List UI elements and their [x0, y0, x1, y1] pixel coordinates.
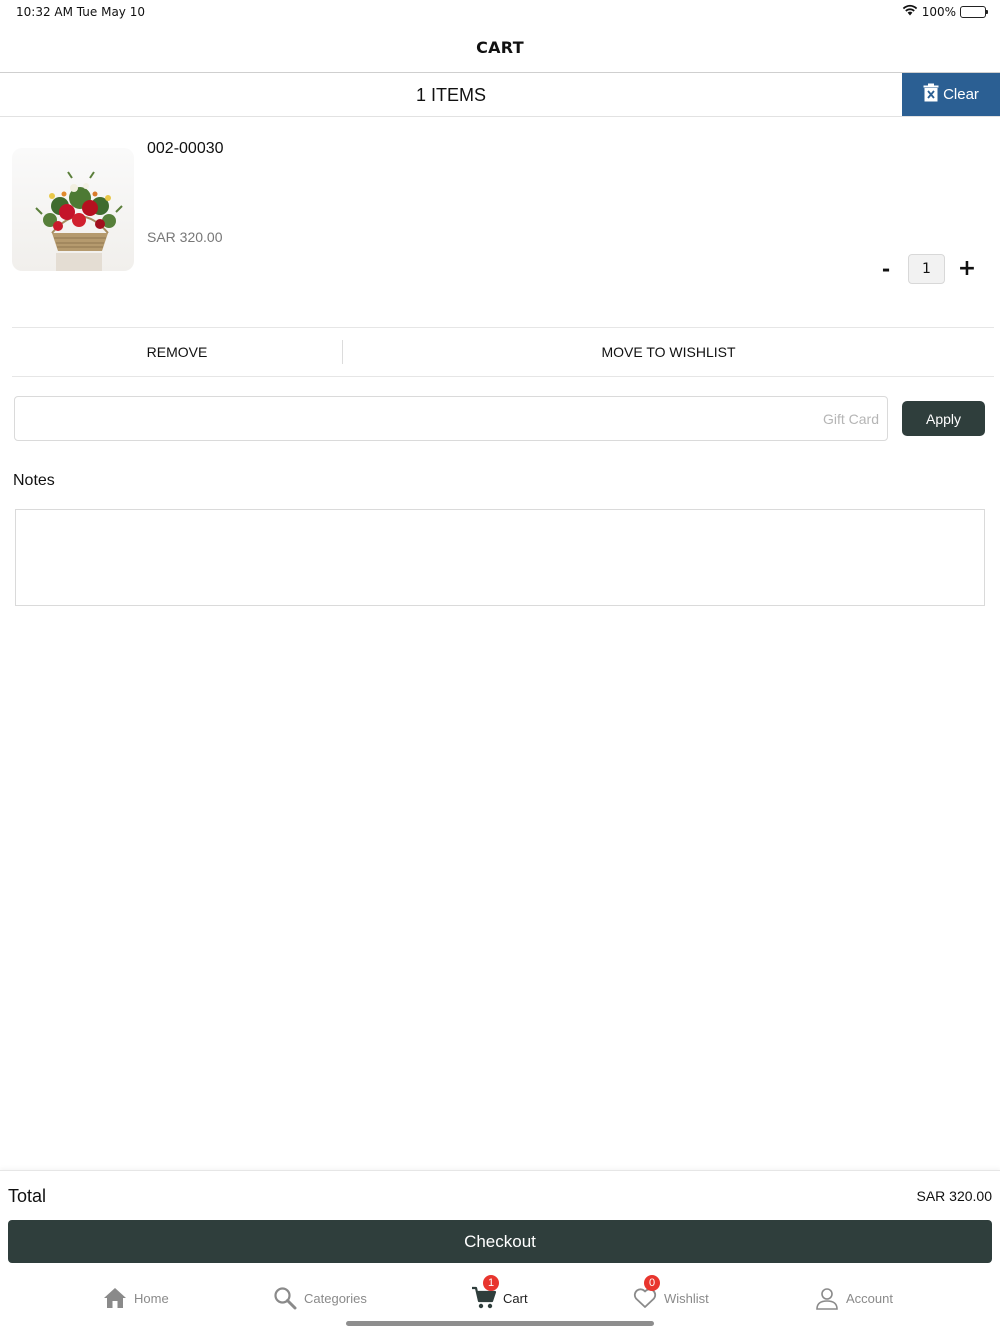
clear-label: Clear	[943, 86, 979, 103]
move-to-wishlist-button[interactable]: MOVE TO WISHLIST	[343, 328, 994, 377]
remove-button[interactable]: REMOVE	[12, 328, 342, 377]
product-price: SAR 320.00	[147, 229, 223, 245]
product-name[interactable]: 002-00030	[147, 140, 224, 158]
battery-percent: 100%	[921, 4, 956, 19]
gift-card-input[interactable]	[14, 396, 888, 441]
cart-badge: 1	[483, 1275, 499, 1291]
tab-cart-label: Cart	[503, 1290, 528, 1306]
tab-wishlist[interactable]: 0 Wishlist	[632, 1275, 709, 1318]
tab-home-label: Home	[134, 1290, 169, 1306]
page-title: CART	[476, 38, 524, 57]
quantity-value[interactable]: 1	[908, 254, 945, 284]
tab-account[interactable]: Account	[814, 1278, 893, 1318]
product-image[interactable]	[12, 148, 134, 271]
quantity-decrease-button[interactable]: -	[876, 258, 896, 282]
status-indicators: 100%	[902, 4, 988, 19]
clear-cart-button[interactable]: Clear	[902, 73, 1000, 116]
total-value: SAR 320.00	[916, 1188, 993, 1204]
tab-account-label: Account	[846, 1290, 893, 1306]
quantity-increase-button[interactable]: +	[956, 258, 978, 282]
total-label: Total	[8, 1186, 47, 1206]
battery-icon	[960, 5, 988, 18]
cart-icon: 1	[471, 1275, 499, 1311]
delete-icon	[923, 83, 939, 106]
checkout-button[interactable]: Checkout	[8, 1220, 992, 1263]
apply-button[interactable]: Apply	[902, 401, 985, 436]
status-time: 10:32 AM Tue May 10	[16, 5, 145, 19]
tab-cart[interactable]: 1 Cart	[471, 1275, 528, 1318]
wishlist-badge: 0	[644, 1275, 660, 1291]
notes-input[interactable]	[15, 509, 985, 606]
user-icon	[814, 1285, 840, 1311]
tab-categories[interactable]: Categories	[272, 1278, 367, 1318]
tab-home[interactable]: Home	[102, 1278, 169, 1318]
home-icon	[102, 1285, 128, 1311]
items-bar: 1 ITEMS Clear	[0, 73, 1000, 117]
notes-label: Notes	[13, 472, 55, 489]
heart-icon: 0	[632, 1275, 660, 1311]
tab-categories-label: Categories	[304, 1290, 367, 1306]
item-actions: REMOVE MOVE TO WISHLIST	[12, 327, 994, 377]
search-icon	[272, 1285, 298, 1311]
status-bar: 10:32 AM Tue May 10 100%	[0, 0, 1000, 26]
items-count: 1 ITEMS	[415, 85, 486, 105]
wifi-icon	[902, 4, 918, 19]
tab-wishlist-label: Wishlist	[664, 1290, 709, 1306]
order-summary: Total SAR 320.00 Checkout	[0, 1170, 1000, 1272]
home-indicator	[346, 1321, 654, 1326]
